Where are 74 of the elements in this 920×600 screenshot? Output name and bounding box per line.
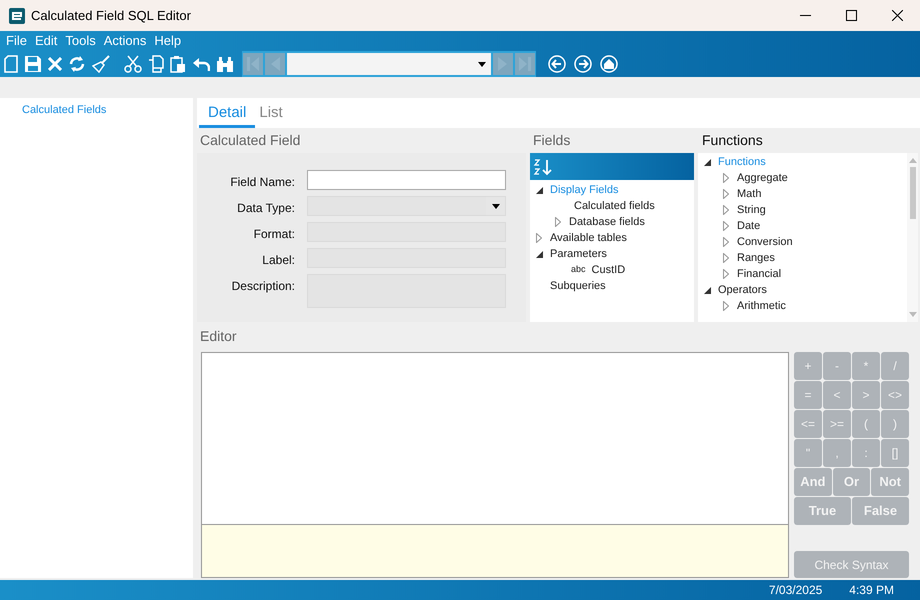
refresh-icon[interactable]: [68, 55, 86, 73]
text-input-field[interactable]: [307, 170, 506, 190]
tree-item[interactable]: CustID: [592, 262, 626, 278]
section-header: Fields: [532, 130, 572, 150]
paste-icon[interactable]: [170, 55, 186, 73]
new-document-icon[interactable]: [4, 55, 18, 73]
tree-item[interactable]: String: [737, 202, 766, 218]
sql-editor-field[interactable]: [201, 352, 789, 525]
copy-icon[interactable]: [148, 55, 164, 73]
tree-item[interactable]: Calculated fields: [574, 198, 655, 214]
broom-icon[interactable]: [92, 55, 110, 73]
tree-item[interactable]: Subqueries: [550, 278, 606, 294]
expanded-triangle-icon[interactable]: [704, 158, 711, 166]
tree-item[interactable]: Math: [737, 186, 762, 202]
delete-x-icon[interactable]: [48, 57, 62, 71]
tree-item[interactable]: Display Fields: [550, 182, 618, 198]
menu-item[interactable]: File: [2, 31, 31, 51]
section-header: Editor: [199, 326, 238, 346]
message-field[interactable]: [201, 525, 789, 578]
home-icon[interactable]: [600, 55, 618, 73]
tree-item[interactable]: Parameters: [550, 246, 607, 262]
menu-item[interactable]: Actions: [100, 31, 150, 51]
close-icon: [892, 10, 902, 21]
tree-item[interactable]: Conversion: [737, 234, 793, 250]
tree-item[interactable]: Aggregate: [737, 170, 788, 186]
collapsed-triangle-icon[interactable]: [723, 173, 729, 183]
menu-item[interactable]: Help: [150, 31, 186, 51]
window-title: Calculated Field SQL Editor: [31, 6, 191, 25]
field-label: Data Type:: [236, 200, 296, 217]
status-time: 4:39 PM: [849, 582, 894, 599]
tree-item[interactable]: Arithmetic: [737, 298, 786, 314]
save-icon[interactable]: [24, 55, 42, 73]
tree-item[interactable]: Financial: [737, 266, 782, 282]
dropdown-caret-icon[interactable]: [478, 62, 486, 66]
app-logo-icon: [9, 8, 25, 24]
collapsed-triangle-icon[interactable]: [555, 217, 561, 227]
field-label: Format:: [252, 226, 296, 243]
cut-scissors-icon[interactable]: [124, 55, 142, 73]
record-selector-field[interactable]: [287, 53, 491, 75]
field-label: Field Name:: [229, 174, 296, 191]
expanded-triangle-icon[interactable]: [536, 186, 543, 194]
tree-item[interactable]: Date: [737, 218, 760, 234]
collapsed-triangle-icon[interactable]: [723, 269, 729, 279]
collapsed-triangle-icon[interactable]: [723, 253, 729, 263]
tab[interactable]: List: [255, 102, 287, 128]
sort-az-icon[interactable]: [533, 158, 553, 176]
collapsed-triangle-icon[interactable]: [723, 237, 729, 247]
minimize-icon: [800, 15, 810, 16]
tree-item[interactable]: Available tables: [550, 230, 627, 246]
tree-item[interactable]: Functions: [718, 154, 766, 170]
tree-item[interactable]: Database fields: [569, 214, 645, 230]
expanded-triangle-icon[interactable]: [536, 250, 543, 258]
expanded-triangle-icon[interactable]: [704, 286, 711, 294]
menu-item[interactable]: Edit: [30, 31, 62, 51]
type-label: abc: [571, 263, 586, 276]
tree-item[interactable]: Ranges: [737, 250, 775, 266]
scroll-thumb[interactable]: [910, 167, 916, 219]
field-label: Label:: [261, 252, 296, 269]
collapsed-triangle-icon[interactable]: [723, 189, 729, 199]
collapsed-triangle-icon[interactable]: [723, 205, 729, 215]
undo-icon[interactable]: [192, 56, 210, 72]
menu-item[interactable]: Tools: [61, 31, 100, 51]
tree-item[interactable]: Operators: [718, 282, 767, 298]
scroll-up-icon[interactable]: [908, 157, 916, 163]
collapsed-triangle-icon[interactable]: [723, 221, 729, 231]
field-label: Description:: [230, 278, 296, 295]
maximize-icon: [846, 10, 856, 21]
scroll-down-icon[interactable]: [908, 312, 916, 318]
status-date: 7/03/2025: [768, 582, 822, 599]
sidebar-item[interactable]: Calculated Fields: [22, 102, 193, 118]
scrollbar[interactable]: [907, 153, 918, 322]
collapsed-triangle-icon[interactable]: [723, 301, 729, 311]
collapsed-triangle-icon[interactable]: [536, 233, 542, 243]
binoculars-icon[interactable]: [216, 56, 234, 72]
